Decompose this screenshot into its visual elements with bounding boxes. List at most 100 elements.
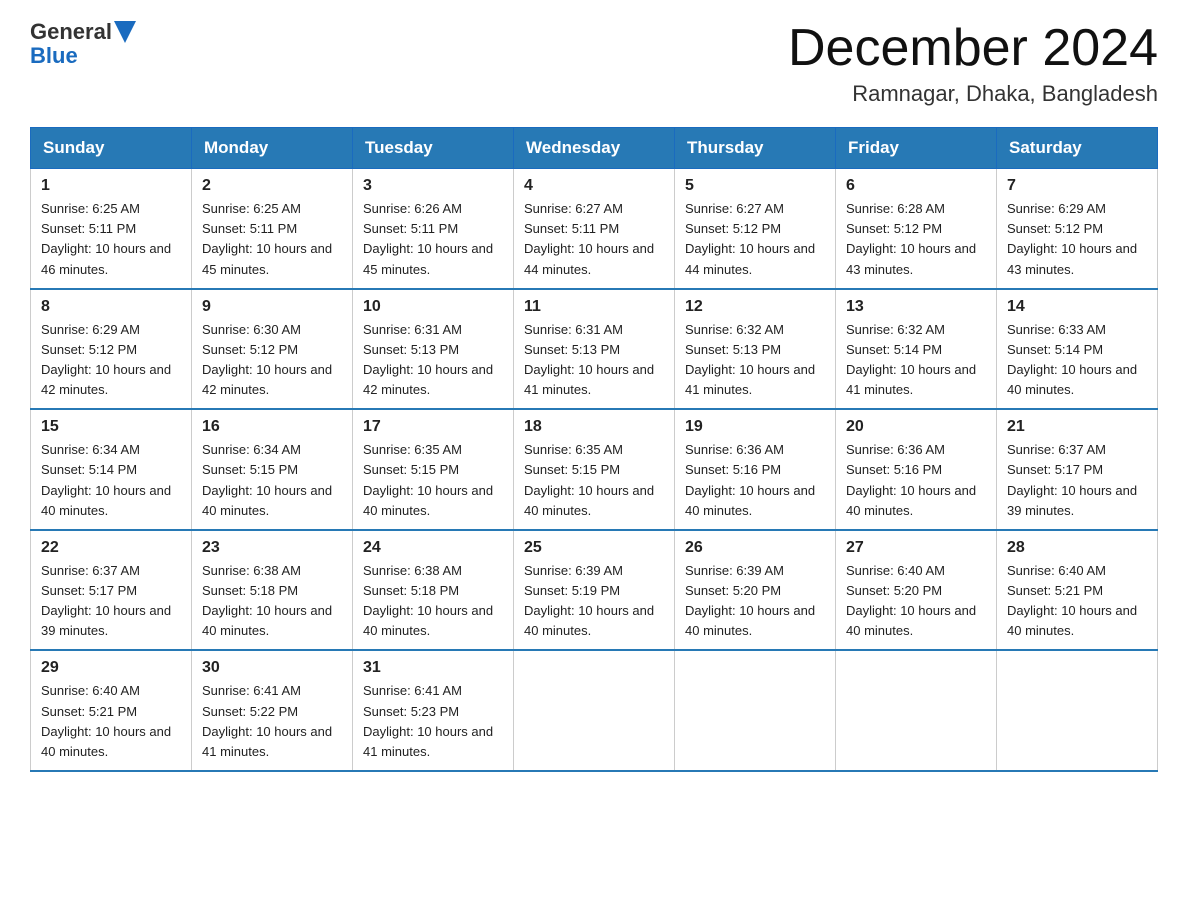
day-info: Sunrise: 6:33 AMSunset: 5:14 PMDaylight:…: [1007, 320, 1147, 401]
calendar-cell: 5 Sunrise: 6:27 AMSunset: 5:12 PMDayligh…: [675, 169, 836, 289]
day-number: 24: [363, 539, 503, 557]
day-number: 5: [685, 177, 825, 195]
calendar-cell: 23 Sunrise: 6:38 AMSunset: 5:18 PMDaylig…: [192, 530, 353, 651]
calendar-cell: 26 Sunrise: 6:39 AMSunset: 5:20 PMDaylig…: [675, 530, 836, 651]
calendar-cell: 17 Sunrise: 6:35 AMSunset: 5:15 PMDaylig…: [353, 409, 514, 530]
calendar-cell: 22 Sunrise: 6:37 AMSunset: 5:17 PMDaylig…: [31, 530, 192, 651]
day-number: 23: [202, 539, 342, 557]
calendar-cell: 9 Sunrise: 6:30 AMSunset: 5:12 PMDayligh…: [192, 289, 353, 410]
day-info: Sunrise: 6:29 AMSunset: 5:12 PMDaylight:…: [41, 320, 181, 401]
day-info: Sunrise: 6:39 AMSunset: 5:19 PMDaylight:…: [524, 561, 664, 642]
day-number: 28: [1007, 539, 1147, 557]
day-info: Sunrise: 6:38 AMSunset: 5:18 PMDaylight:…: [363, 561, 503, 642]
day-number: 20: [846, 418, 986, 436]
calendar-cell: 13 Sunrise: 6:32 AMSunset: 5:14 PMDaylig…: [836, 289, 997, 410]
calendar-cell: 1 Sunrise: 6:25 AMSunset: 5:11 PMDayligh…: [31, 169, 192, 289]
month-title: December 2024: [788, 20, 1158, 77]
calendar-cell: [675, 650, 836, 771]
header-thursday: Thursday: [675, 128, 836, 169]
day-number: 13: [846, 298, 986, 316]
calendar-cell: 25 Sunrise: 6:39 AMSunset: 5:19 PMDaylig…: [514, 530, 675, 651]
day-info: Sunrise: 6:26 AMSunset: 5:11 PMDaylight:…: [363, 199, 503, 280]
day-number: 11: [524, 298, 664, 316]
calendar-cell: [514, 650, 675, 771]
day-info: Sunrise: 6:40 AMSunset: 5:20 PMDaylight:…: [846, 561, 986, 642]
calendar-cell: 4 Sunrise: 6:27 AMSunset: 5:11 PMDayligh…: [514, 169, 675, 289]
day-info: Sunrise: 6:34 AMSunset: 5:15 PMDaylight:…: [202, 440, 342, 521]
logo-triangle-icon: [114, 21, 136, 43]
day-number: 30: [202, 659, 342, 677]
day-number: 1: [41, 177, 181, 195]
calendar-cell: 11 Sunrise: 6:31 AMSunset: 5:13 PMDaylig…: [514, 289, 675, 410]
day-number: 7: [1007, 177, 1147, 195]
day-info: Sunrise: 6:32 AMSunset: 5:14 PMDaylight:…: [846, 320, 986, 401]
day-info: Sunrise: 6:38 AMSunset: 5:18 PMDaylight:…: [202, 561, 342, 642]
day-info: Sunrise: 6:37 AMSunset: 5:17 PMDaylight:…: [41, 561, 181, 642]
day-info: Sunrise: 6:30 AMSunset: 5:12 PMDaylight:…: [202, 320, 342, 401]
header-friday: Friday: [836, 128, 997, 169]
calendar-cell: 10 Sunrise: 6:31 AMSunset: 5:13 PMDaylig…: [353, 289, 514, 410]
day-number: 2: [202, 177, 342, 195]
day-number: 27: [846, 539, 986, 557]
day-info: Sunrise: 6:34 AMSunset: 5:14 PMDaylight:…: [41, 440, 181, 521]
day-number: 14: [1007, 298, 1147, 316]
calendar-cell: 18 Sunrise: 6:35 AMSunset: 5:15 PMDaylig…: [514, 409, 675, 530]
calendar-week-row: 15 Sunrise: 6:34 AMSunset: 5:14 PMDaylig…: [31, 409, 1158, 530]
day-number: 25: [524, 539, 664, 557]
calendar-cell: 6 Sunrise: 6:28 AMSunset: 5:12 PMDayligh…: [836, 169, 997, 289]
calendar-week-row: 1 Sunrise: 6:25 AMSunset: 5:11 PMDayligh…: [31, 169, 1158, 289]
day-number: 8: [41, 298, 181, 316]
calendar-cell: [997, 650, 1158, 771]
day-info: Sunrise: 6:25 AMSunset: 5:11 PMDaylight:…: [41, 199, 181, 280]
calendar-cell: 20 Sunrise: 6:36 AMSunset: 5:16 PMDaylig…: [836, 409, 997, 530]
day-number: 10: [363, 298, 503, 316]
calendar-cell: [836, 650, 997, 771]
day-info: Sunrise: 6:40 AMSunset: 5:21 PMDaylight:…: [1007, 561, 1147, 642]
day-number: 26: [685, 539, 825, 557]
calendar-cell: 16 Sunrise: 6:34 AMSunset: 5:15 PMDaylig…: [192, 409, 353, 530]
logo-general-text: General: [30, 20, 112, 44]
day-number: 6: [846, 177, 986, 195]
calendar-cell: 21 Sunrise: 6:37 AMSunset: 5:17 PMDaylig…: [997, 409, 1158, 530]
calendar-table: SundayMondayTuesdayWednesdayThursdayFrid…: [30, 127, 1158, 772]
calendar-cell: 14 Sunrise: 6:33 AMSunset: 5:14 PMDaylig…: [997, 289, 1158, 410]
header-wednesday: Wednesday: [514, 128, 675, 169]
header-sunday: Sunday: [31, 128, 192, 169]
title-block: December 2024 Ramnagar, Dhaka, Banglades…: [788, 20, 1158, 107]
day-number: 16: [202, 418, 342, 436]
day-info: Sunrise: 6:31 AMSunset: 5:13 PMDaylight:…: [524, 320, 664, 401]
day-number: 4: [524, 177, 664, 195]
day-number: 17: [363, 418, 503, 436]
day-number: 22: [41, 539, 181, 557]
calendar-cell: 27 Sunrise: 6:40 AMSunset: 5:20 PMDaylig…: [836, 530, 997, 651]
day-info: Sunrise: 6:37 AMSunset: 5:17 PMDaylight:…: [1007, 440, 1147, 521]
calendar-cell: 3 Sunrise: 6:26 AMSunset: 5:11 PMDayligh…: [353, 169, 514, 289]
calendar-cell: 12 Sunrise: 6:32 AMSunset: 5:13 PMDaylig…: [675, 289, 836, 410]
calendar-cell: 30 Sunrise: 6:41 AMSunset: 5:22 PMDaylig…: [192, 650, 353, 771]
day-info: Sunrise: 6:36 AMSunset: 5:16 PMDaylight:…: [685, 440, 825, 521]
day-number: 18: [524, 418, 664, 436]
day-number: 9: [202, 298, 342, 316]
day-info: Sunrise: 6:27 AMSunset: 5:11 PMDaylight:…: [524, 199, 664, 280]
calendar-cell: 28 Sunrise: 6:40 AMSunset: 5:21 PMDaylig…: [997, 530, 1158, 651]
calendar-cell: 19 Sunrise: 6:36 AMSunset: 5:16 PMDaylig…: [675, 409, 836, 530]
day-number: 3: [363, 177, 503, 195]
day-info: Sunrise: 6:36 AMSunset: 5:16 PMDaylight:…: [846, 440, 986, 521]
calendar-cell: 7 Sunrise: 6:29 AMSunset: 5:12 PMDayligh…: [997, 169, 1158, 289]
location-title: Ramnagar, Dhaka, Bangladesh: [788, 81, 1158, 107]
day-number: 19: [685, 418, 825, 436]
calendar-week-row: 22 Sunrise: 6:37 AMSunset: 5:17 PMDaylig…: [31, 530, 1158, 651]
calendar-cell: 24 Sunrise: 6:38 AMSunset: 5:18 PMDaylig…: [353, 530, 514, 651]
day-number: 29: [41, 659, 181, 677]
calendar-week-row: 29 Sunrise: 6:40 AMSunset: 5:21 PMDaylig…: [31, 650, 1158, 771]
header-monday: Monday: [192, 128, 353, 169]
header-saturday: Saturday: [997, 128, 1158, 169]
logo-blue-text: Blue: [30, 44, 78, 68]
day-number: 21: [1007, 418, 1147, 436]
calendar-cell: 31 Sunrise: 6:41 AMSunset: 5:23 PMDaylig…: [353, 650, 514, 771]
day-info: Sunrise: 6:40 AMSunset: 5:21 PMDaylight:…: [41, 681, 181, 762]
day-info: Sunrise: 6:29 AMSunset: 5:12 PMDaylight:…: [1007, 199, 1147, 280]
calendar-cell: 2 Sunrise: 6:25 AMSunset: 5:11 PMDayligh…: [192, 169, 353, 289]
calendar-cell: 29 Sunrise: 6:40 AMSunset: 5:21 PMDaylig…: [31, 650, 192, 771]
day-info: Sunrise: 6:35 AMSunset: 5:15 PMDaylight:…: [363, 440, 503, 521]
